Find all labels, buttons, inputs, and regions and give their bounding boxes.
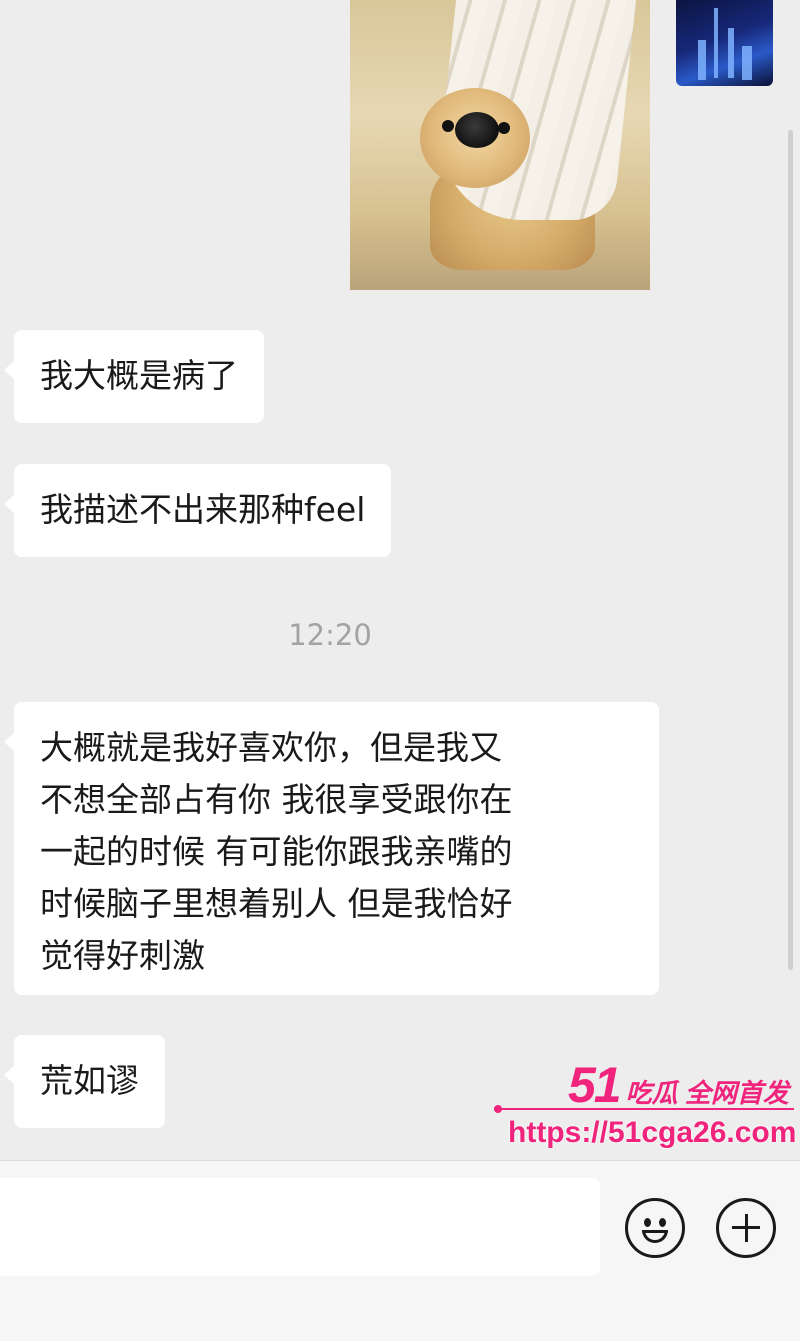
message-text: 我描述不出来那种feel — [40, 490, 366, 529]
image-thumbnail[interactable] — [676, 0, 773, 86]
message-text-line: 不想全部占有你 我很享受跟你在 — [40, 780, 513, 819]
plus-circle-icon[interactable] — [716, 1198, 776, 1258]
message-text: 荒如谬 — [40, 1061, 139, 1100]
message-bubble[interactable]: 我大概是病了 — [4, 330, 264, 423]
watermark-slogan: 吃瓜 全网首发 — [625, 1078, 789, 1108]
message-bubble[interactable]: 荒如谬 — [4, 1035, 165, 1128]
dog-eye — [498, 122, 510, 134]
tower-shape — [728, 28, 734, 78]
message-bubble[interactable]: 大概就是我好喜欢你，但是我又 不想全部占有你 我很享受跟你在 一起的时候 有可能… — [4, 702, 659, 995]
message-text-line: 觉得好刺激 — [40, 936, 205, 975]
message-bubble[interactable]: 我描述不出来那种feel — [3, 464, 392, 557]
smiley-eye — [659, 1218, 666, 1227]
smiley-mouth — [642, 1230, 668, 1243]
message-text: 我大概是病了 — [40, 356, 238, 395]
watermark-divider — [494, 1105, 794, 1113]
tower-shape — [714, 8, 718, 78]
message-text-line: 大概就是我好喜欢你，但是我又 — [40, 728, 502, 767]
tower-shape — [698, 40, 706, 80]
message-input[interactable] — [0, 1178, 600, 1276]
tower-shape — [742, 46, 752, 80]
scrollbar[interactable] — [788, 130, 793, 970]
timestamp: 12:20 — [288, 618, 372, 652]
message-text-line: 一起的时候 有可能你跟我亲嘴的 — [40, 832, 513, 871]
smiley-eye — [644, 1218, 651, 1227]
smiley-icon[interactable] — [625, 1198, 685, 1258]
sticker-image[interactable] — [350, 0, 650, 290]
dog-nose — [455, 112, 499, 148]
dog-eye — [442, 120, 454, 132]
watermark-logo: 51 吃瓜 全网首发 — [568, 1056, 789, 1113]
message-text-line: 时候脑子里想着别人 但是我恰好 — [40, 884, 513, 923]
watermark-url: https://51cga26.com — [508, 1116, 797, 1149]
watermark-number: 51 — [568, 1057, 622, 1113]
plus-vertical — [744, 1214, 748, 1242]
